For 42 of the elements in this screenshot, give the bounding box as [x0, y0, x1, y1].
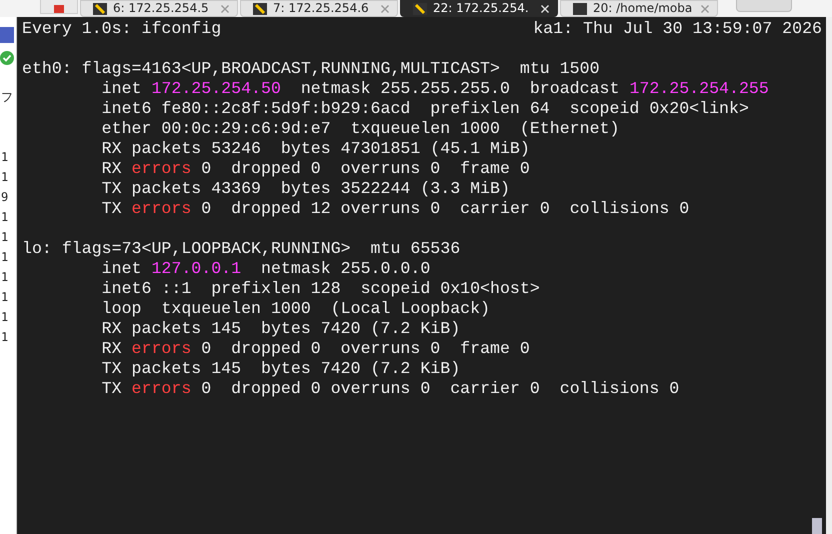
terminal-line: TX errors 0 dropped 12 overruns 0 carrier 0 collisions 0	[100, 199, 690, 219]
terminal-tab[interactable]: 7: 172.25.254.6	[240, 0, 398, 17]
terminal-line: RX errors 0 dropped 0 overruns 0 frame 0	[100, 159, 531, 179]
side-text: 1	[0, 149, 8, 166]
terminal-line: inet6 fe80::2c8f:5d9f:b929:6acd prefixlen 64 scopeid 0x20<link>	[100, 99, 750, 119]
side-text: 1	[0, 309, 8, 326]
terminal-line: inet6 ::1 prefixlen 128 scopeid 0x10<host>	[100, 279, 541, 299]
terminal-cursor	[812, 518, 822, 534]
terminal-tab-icon	[93, 2, 107, 14]
terminal-line: RX errors 0 dropped 0 overruns 0 frame 0	[100, 339, 531, 359]
terminal-line: inet 172.25.254.50 netmask 255.255.255.0 broadcast 172.25.254.255	[100, 79, 770, 99]
terminal-line: TX errors 0 dropped 0 overruns 0 carrier 0 collisions 0	[100, 379, 680, 399]
app-icon	[54, 5, 64, 13]
side-text: 1	[0, 269, 8, 286]
new-tab-button[interactable]	[736, 0, 792, 12]
side-text: フ	[0, 89, 13, 106]
terminal-tab[interactable]: 22: 172.25.254.	[400, 0, 558, 17]
terminal-tab-icon	[573, 2, 587, 14]
terminal-line: RX packets 53246 bytes 47301851 (45.1 MiB)	[100, 139, 531, 159]
terminal-line: lo: flags=73<UP,LOOPBACK,RUNNING> mtu 65536	[22, 239, 462, 259]
terminal-line: loop txqueuelen 1000 (Local Loopback)	[100, 299, 492, 319]
side-tab[interactable]	[40, 0, 78, 14]
side-text: 1	[0, 169, 8, 186]
terminal-line: TX packets 43369 bytes 3522244 (3.3 MiB)	[100, 179, 511, 199]
side-text: 9	[0, 189, 8, 206]
terminal-tab-icon	[413, 2, 427, 14]
side-text: 1	[0, 249, 8, 266]
terminal-tab[interactable]: 20: /home/moba	[560, 0, 718, 17]
side-text: 1	[0, 229, 8, 246]
side-text: 1	[0, 329, 8, 346]
terminal-tab-icon	[253, 2, 267, 14]
side-text: 1	[0, 289, 8, 306]
terminal-line: ether 00:0c:29:c6:9d:e7 txqueuelen 1000 (Ethernet)	[100, 119, 620, 139]
terminal-line: TX packets 145 bytes 7420 (7.2 KiB)	[100, 359, 462, 379]
terminal-tab[interactable]: 6: 172.25.254.5	[80, 0, 238, 17]
window-icon	[0, 27, 14, 43]
side-text: 1	[0, 209, 8, 226]
terminal-line: RX packets 145 bytes 7420 (7.2 KiB)	[100, 319, 462, 339]
terminal-line: Every 1.0s: ifconfig	[22, 19, 222, 39]
terminal-line: eth0: flags=4163<UP,BROADCAST,RUNNING,MULTICAST> mtu 1500	[22, 59, 601, 79]
terminal-line: inet 127.0.0.1 netmask 255.0.0.0	[100, 259, 432, 279]
terminal-line: ka1: Thu Jul 30 13:59:07 2026	[533, 19, 822, 39]
